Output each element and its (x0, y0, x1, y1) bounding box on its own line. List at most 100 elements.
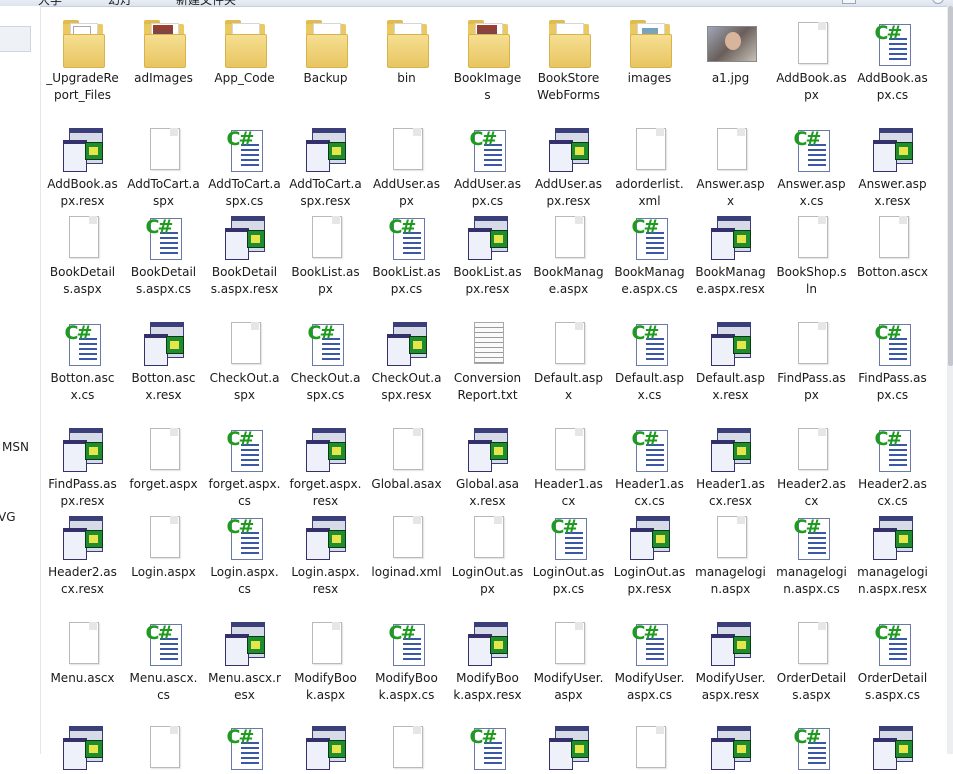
nav-search-box[interactable] (0, 26, 31, 52)
file-item[interactable]: C# AddUser.aspx.cs (447, 120, 528, 210)
file-item[interactable]: C# OrderDetails.aspx.cs (852, 614, 933, 704)
file-item[interactable] (285, 718, 366, 774)
file-item[interactable]: C# Botton.ascx.cs (42, 314, 123, 404)
file-item[interactable]: Botton.ascx.resx (123, 314, 204, 404)
folder-item[interactable]: _UpgradeReport_Files (42, 14, 123, 104)
file-item[interactable]: adorderlist.xml (609, 120, 690, 210)
file-item[interactable] (609, 718, 690, 774)
new-folder-button[interactable]: 新建文件夹 (176, 0, 236, 8)
file-item[interactable]: Answer.aspx.resx (852, 120, 933, 210)
file-item[interactable]: C# Login.aspx.cs (204, 508, 285, 598)
file-item[interactable]: AddToCart.aspx.resx (285, 120, 366, 210)
folder-item[interactable]: bin (366, 14, 447, 87)
file-item[interactable]: Default.aspx (528, 314, 609, 404)
file-item[interactable]: C# (204, 718, 285, 774)
file-item[interactable]: loginad.xml (366, 508, 447, 581)
help-icon[interactable] (932, 0, 944, 4)
file-item[interactable] (690, 718, 771, 774)
scroll-thumb[interactable] (948, 6, 953, 366)
file-item[interactable]: FindPass.aspx.resx (42, 420, 123, 510)
file-item[interactable]: CheckOut.aspx.resx (366, 314, 447, 404)
file-item[interactable]: CheckOut.aspx (204, 314, 285, 404)
file-name-label: Global.asax (371, 477, 442, 491)
folder-item[interactable]: BookImages (447, 14, 528, 104)
file-item[interactable]: Login.aspx (123, 508, 204, 581)
file-item[interactable]: C# BookManage.aspx.cs (609, 208, 690, 298)
file-item[interactable]: BookDetails.aspx (42, 208, 123, 298)
file-item[interactable]: C# CheckOut.aspx.cs (285, 314, 366, 404)
file-item[interactable]: AddUser.aspx (366, 120, 447, 210)
file-item[interactable]: C# (447, 718, 528, 774)
file-item[interactable]: C# AddBook.aspx.cs (852, 14, 933, 104)
file-item[interactable]: managelogin.aspx (690, 508, 771, 598)
file-item[interactable] (42, 718, 123, 774)
file-item[interactable]: Header1.ascx (528, 420, 609, 510)
file-item[interactable]: BookDetails.aspx.resx (204, 208, 285, 298)
file-item[interactable]: BookManage.aspx (528, 208, 609, 298)
file-item[interactable]: C# AddToCart.aspx.cs (204, 120, 285, 210)
file-item[interactable]: AddToCart.aspx (123, 120, 204, 210)
file-item[interactable]: BookShop.sln (771, 208, 852, 298)
file-item[interactable]: AddBook.aspx (771, 14, 852, 104)
file-item[interactable]: AddUser.aspx.resx (528, 120, 609, 210)
file-item[interactable] (852, 718, 933, 774)
file-item[interactable]: ModifyUser.aspx (528, 614, 609, 704)
file-item[interactable]: Header1.ascx.resx (690, 420, 771, 510)
file-item[interactable]: BookList.aspx.resx (447, 208, 528, 298)
file-item[interactable]: C# ModifyUser.aspx.cs (609, 614, 690, 704)
file-item[interactable]: forget.aspx.resx (285, 420, 366, 510)
file-item[interactable]: Default.aspx.resx (690, 314, 771, 404)
file-item[interactable]: ModifyBook.aspx.resx (447, 614, 528, 704)
file-item[interactable]: ModifyBook.aspx (285, 614, 366, 704)
file-item[interactable]: a1.jpg (690, 14, 771, 87)
file-item[interactable]: managelogin.aspx.resx (852, 508, 933, 598)
file-item[interactable]: C# FindPass.aspx.cs (852, 314, 933, 404)
view-options-icon[interactable] (842, 0, 856, 4)
file-item[interactable]: C# LoginOut.aspx.cs (528, 508, 609, 598)
vertical-scrollbar[interactable] (947, 6, 953, 754)
file-item[interactable]: C# Header2.ascx.cs (852, 420, 933, 510)
file-item[interactable]: OrderDetails.aspx (771, 614, 852, 704)
file-item[interactable]: ConversionReport.txt (447, 314, 528, 404)
file-item[interactable] (366, 718, 447, 774)
folder-item[interactable]: adImages (123, 14, 204, 87)
folder-item[interactable]: images (609, 14, 690, 87)
file-item[interactable]: C# Default.aspx.cs (609, 314, 690, 404)
file-item[interactable] (528, 718, 609, 774)
file-item[interactable]: C# BookDetails.aspx.cs (123, 208, 204, 298)
file-item[interactable]: C# Answer.aspx.cs (771, 120, 852, 210)
nav-item[interactable]: VG (0, 510, 16, 524)
file-item[interactable]: LoginOut.aspx (447, 508, 528, 598)
file-item[interactable]: C# ModifyBook.aspx.cs (366, 614, 447, 704)
file-item[interactable]: forget.aspx (123, 420, 204, 493)
file-item[interactable]: FindPass.aspx (771, 314, 852, 404)
file-item[interactable]: Menu.ascx (42, 614, 123, 687)
file-item[interactable]: Header2.ascx (771, 420, 852, 510)
file-item[interactable]: Login.aspx.resx (285, 508, 366, 598)
file-item[interactable]: Botton.ascx (852, 208, 933, 281)
file-item[interactable]: BookList.aspx (285, 208, 366, 298)
file-item[interactable]: Global.asax (366, 420, 447, 493)
file-item[interactable]: C# managelogin.aspx.cs (771, 508, 852, 598)
file-item[interactable]: ModifyUser.aspx.resx (690, 614, 771, 704)
nav-item[interactable]: MSN (2, 440, 29, 454)
file-item[interactable]: C# Menu.ascx.cs (123, 614, 204, 704)
toolbar-item[interactable]: 幻灯 (108, 0, 132, 8)
folder-item[interactable]: Backup (285, 14, 366, 87)
file-item[interactable]: C# forget.aspx.cs (204, 420, 285, 510)
file-item[interactable]: C# Header1.ascx.cs (609, 420, 690, 510)
folder-item[interactable]: BookStoreWebForms (528, 14, 609, 104)
file-item[interactable]: C# BookList.aspx.cs (366, 208, 447, 298)
toolbar-item[interactable]: 大学 (38, 0, 62, 8)
file-name-label: ModifyUser.aspx (533, 671, 604, 702)
file-item[interactable] (123, 718, 204, 774)
file-item[interactable]: Menu.ascx.resx (204, 614, 285, 704)
file-item[interactable]: LoginOut.aspx.resx (609, 508, 690, 598)
file-item[interactable]: AddBook.aspx.resx (42, 120, 123, 210)
folder-item[interactable]: App_Code (204, 14, 285, 87)
file-item[interactable]: C# (771, 718, 852, 774)
file-item[interactable]: Answer.aspx (690, 120, 771, 210)
file-item[interactable]: BookManage.aspx.resx (690, 208, 771, 298)
file-item[interactable]: Global.asax.resx (447, 420, 528, 510)
file-item[interactable]: Header2.ascx.resx (42, 508, 123, 598)
